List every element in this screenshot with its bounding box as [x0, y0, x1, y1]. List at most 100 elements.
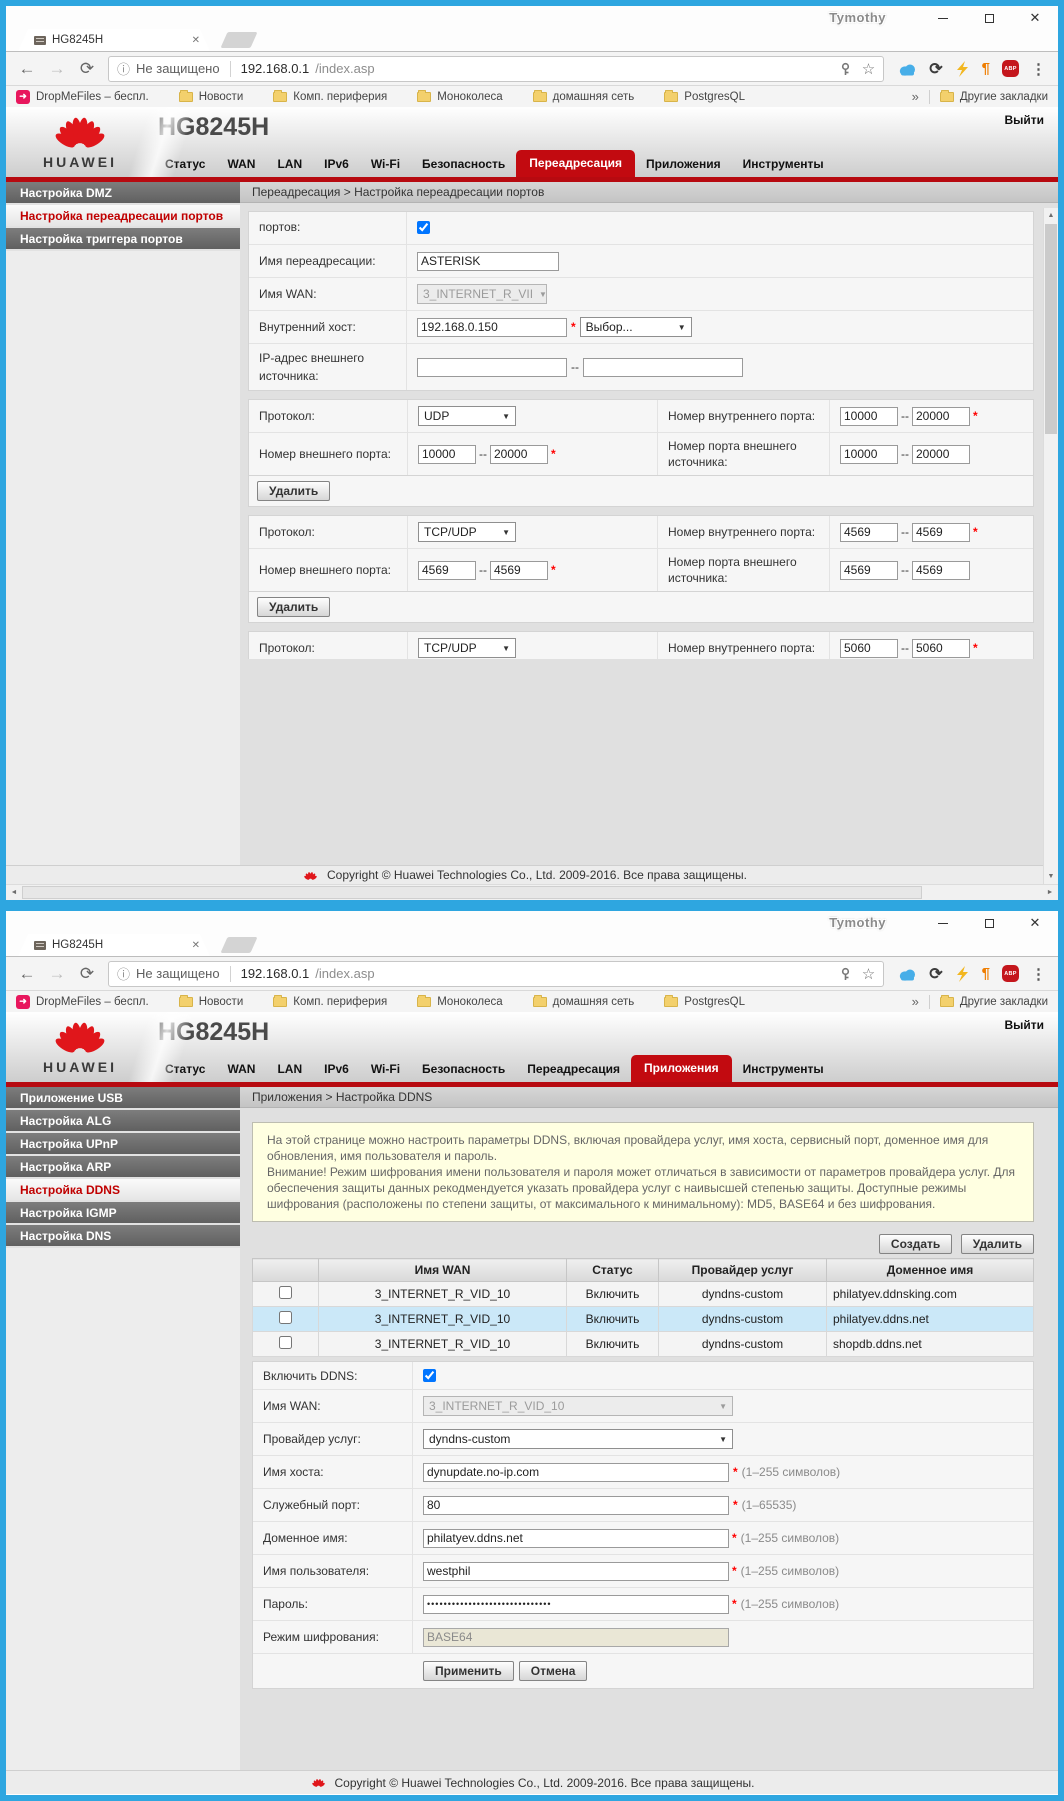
page-info-icon[interactable]: ⓘ [117, 59, 130, 78]
other-bookmarks[interactable]: Другие закладки [940, 996, 1048, 1008]
username-input[interactable] [423, 1562, 729, 1581]
external-port-to[interactable] [490, 445, 548, 464]
sidebar-item-arp[interactable]: Настройка ARP [6, 1156, 240, 1179]
bookmark-monokolesa[interactable]: Моноколеса [417, 996, 502, 1008]
browser-tab[interactable]: HG8245H ✕ [18, 934, 210, 956]
back-icon[interactable]: ← [14, 59, 40, 79]
sidebar-item-port-forwarding[interactable]: Настройка переадресации портов [6, 205, 240, 228]
table-row[interactable]: 3_INTERNET_R_VID_10 Включить dyndns-cust… [253, 1332, 1034, 1357]
tab-lan[interactable]: LAN [266, 1057, 313, 1082]
adblock-extension-icon[interactable]: ABP [1002, 60, 1019, 77]
bookmark-star-icon[interactable]: ☆ [862, 60, 875, 78]
bookmark-homenet[interactable]: домашняя сеть [533, 91, 635, 103]
delete-rule-button[interactable]: Удалить [257, 597, 330, 617]
tab-wan[interactable]: WAN [216, 152, 266, 177]
address-bar[interactable]: ⓘ Не защищено 192.168.0.1/index.asp ☆ [108, 56, 884, 82]
protocol-select[interactable]: TCP/UDP▼ [418, 638, 516, 658]
minimize-button[interactable] [920, 6, 966, 30]
tab-wifi[interactable]: Wi-Fi [360, 1057, 411, 1082]
row-checkbox[interactable] [279, 1336, 292, 1349]
service-port-input[interactable] [423, 1496, 729, 1515]
create-button[interactable]: Создать [879, 1234, 952, 1254]
tab-ipv6[interactable]: IPv6 [313, 1057, 360, 1082]
chrome-menu-icon[interactable]: ⋮ [1031, 60, 1046, 78]
close-window-button[interactable]: ✕ [1012, 911, 1058, 935]
password-input[interactable] [423, 1595, 729, 1614]
bookmark-novosti[interactable]: Новости [179, 91, 244, 103]
bookmark-homenet[interactable]: домашняя сеть [533, 996, 635, 1008]
bookmarks-overflow-icon[interactable]: » [912, 89, 919, 104]
cancel-button[interactable]: Отмена [519, 1661, 588, 1681]
internal-host-input[interactable] [417, 318, 567, 337]
page-horizontal-scrollbar[interactable]: ◄ ► [6, 884, 1058, 900]
bookmark-star-icon[interactable]: ☆ [862, 965, 875, 983]
bookmark-dropmefiles[interactable]: ➜DropMeFiles – беспл. [16, 995, 149, 1009]
tab-security[interactable]: Безопасность [411, 152, 516, 177]
maximize-button[interactable] [966, 6, 1012, 30]
domain-name-input[interactable] [423, 1529, 729, 1548]
host-choose-select[interactable]: Выбор...▼ [580, 317, 692, 337]
maximize-button[interactable] [966, 911, 1012, 935]
external-port-to[interactable] [490, 561, 548, 580]
table-row[interactable]: 3_INTERNET_R_VID_10 Включить dyndns-cust… [253, 1282, 1034, 1307]
new-tab-button[interactable] [220, 937, 257, 953]
sidebar-item-alg[interactable]: Настройка ALG [6, 1110, 240, 1133]
forward-name-input[interactable] [417, 252, 559, 271]
enable-forwarding-checkbox[interactable] [417, 221, 430, 234]
internal-port-from[interactable] [840, 639, 898, 658]
tab-status[interactable]: Статус [154, 152, 216, 177]
internal-port-from[interactable] [840, 523, 898, 542]
sidebar-item-usb[interactable]: Приложение USB [6, 1087, 240, 1110]
sidebar-item-upnp[interactable]: Настройка UPnP [6, 1133, 240, 1156]
pilcrow-extension-icon[interactable]: ¶ [982, 60, 990, 77]
reload-icon[interactable]: ⟳ [74, 59, 100, 79]
tab-applications[interactable]: Приложения [635, 152, 732, 177]
internal-port-from[interactable] [840, 407, 898, 426]
delete-rule-button[interactable]: Удалить [257, 481, 330, 501]
lightning-extension-icon[interactable] [955, 61, 970, 77]
source-port-to[interactable] [912, 561, 970, 580]
tab-wan[interactable]: WAN [216, 1057, 266, 1082]
source-port-from[interactable] [840, 445, 898, 464]
password-key-icon[interactable] [839, 62, 852, 76]
internal-port-to[interactable] [912, 523, 970, 542]
page-vertical-scrollbar[interactable]: ▲ ▼ [1043, 208, 1058, 884]
apply-button[interactable]: Применить [423, 1661, 514, 1681]
tab-status[interactable]: Статус [154, 1057, 216, 1082]
cloud-extension-icon[interactable] [898, 62, 917, 76]
sidebar-item-dns[interactable]: Настройка DNS [6, 1225, 240, 1248]
bookmark-postgresql[interactable]: PostgresQL [664, 91, 745, 103]
tab-close-icon[interactable]: ✕ [192, 940, 200, 951]
tab-security[interactable]: Безопасность [411, 1057, 516, 1082]
external-port-from[interactable] [418, 561, 476, 580]
logout-link[interactable]: Выйти [1004, 113, 1044, 127]
lightning-extension-icon[interactable] [955, 966, 970, 982]
sidebar-item-port-trigger[interactable]: Настройка триггера портов [6, 228, 240, 251]
tab-lan[interactable]: LAN [266, 152, 313, 177]
source-port-to[interactable] [912, 445, 970, 464]
sidebar-item-igmp[interactable]: Настройка IGMP [6, 1202, 240, 1225]
hostname-input[interactable] [423, 1463, 729, 1482]
bookmarks-overflow-icon[interactable]: » [912, 994, 919, 1009]
internal-port-to[interactable] [912, 639, 970, 658]
reload-icon[interactable]: ⟳ [74, 964, 100, 984]
bookmark-postgresql[interactable]: PostgresQL [664, 996, 745, 1008]
logout-link[interactable]: Выйти [1004, 1018, 1044, 1032]
source-ip-from-input[interactable] [417, 358, 567, 377]
row-checkbox[interactable] [279, 1311, 292, 1324]
tab-wifi[interactable]: Wi-Fi [360, 152, 411, 177]
bookmark-monokolesa[interactable]: Моноколеса [417, 91, 502, 103]
sync-extension-icon[interactable]: ⟳ [929, 964, 942, 984]
bookmark-periferia[interactable]: Комп. периферия [273, 91, 387, 103]
page-info-icon[interactable]: ⓘ [117, 964, 130, 983]
sync-extension-icon[interactable]: ⟳ [929, 59, 942, 79]
tab-applications[interactable]: Приложения [631, 1055, 732, 1082]
delete-button[interactable]: Удалить [961, 1234, 1034, 1254]
browser-tab[interactable]: HG8245H ✕ [18, 29, 210, 51]
bookmark-novosti[interactable]: Новости [179, 996, 244, 1008]
tab-tools[interactable]: Инструменты [732, 152, 835, 177]
row-checkbox[interactable] [279, 1286, 292, 1299]
password-key-icon[interactable] [839, 967, 852, 981]
provider-select[interactable]: dyndns-custom▼ [423, 1429, 733, 1449]
adblock-extension-icon[interactable]: ABP [1002, 965, 1019, 982]
